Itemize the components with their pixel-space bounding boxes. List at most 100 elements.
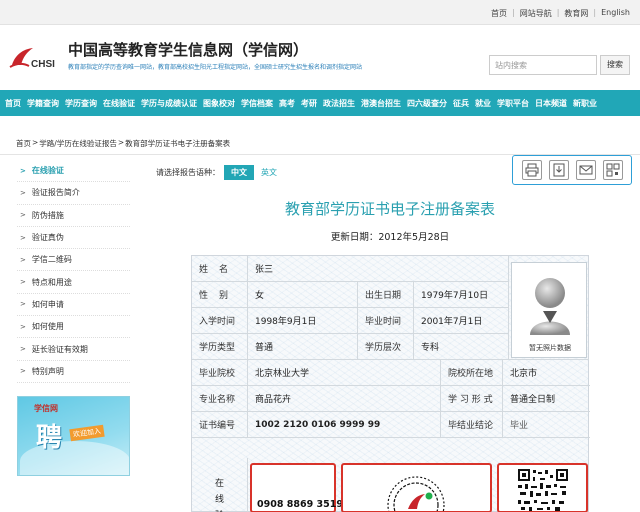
chevron-right-icon: > [20, 322, 26, 331]
verify-code-box: 0908 8869 3519 [250, 463, 343, 512]
banner-headline: 聘 [36, 423, 63, 453]
download-icon[interactable] [548, 160, 569, 180]
certificate-label: 证书编号 [192, 412, 248, 438]
gender-label: 性别 [192, 282, 248, 308]
verify-label-char: 在 [214, 479, 224, 489]
name-label: 姓名 [192, 256, 248, 282]
chevron-right-icon: > [20, 345, 26, 354]
language-chinese-button[interactable]: 中文 [224, 165, 254, 180]
nav-item-status[interactable]: 学籍查询 [27, 98, 59, 109]
chevron-right-icon: > [20, 255, 26, 264]
study-mode-value: 普通全日制 [503, 386, 590, 412]
conclusion-label: 毕结业结论 [441, 412, 503, 438]
sidebar-item-qrcode[interactable]: > 学信二维码 [17, 249, 130, 272]
edu-level-value: 专科 [414, 334, 509, 360]
breadcrumb-current: 教育部学历证书电子注册备案表 [125, 139, 231, 148]
top-link-edu[interactable]: 教育网 [564, 8, 588, 19]
nav-item-kaoyan[interactable]: 考研 [301, 98, 317, 109]
nav-item-archive[interactable]: 学信档案 [241, 98, 273, 109]
breadcrumb-separator: > [32, 138, 39, 147]
edu-type-value: 普通 [248, 334, 358, 360]
top-link-home[interactable]: 首页 [491, 8, 507, 19]
school-label: 毕业院校 [192, 360, 248, 386]
print-icon[interactable] [521, 160, 542, 180]
site-header: CHSI 中国高等教育学生信息网（学信网） 教育部指定的学历查询唯一网站，教育部… [0, 25, 640, 90]
sidebar: > 在线验证 > 验证报告简介 > 防伪措施 > 验证真伪 > 学信二维码 > 特点和用途 … [17, 160, 130, 383]
nav-item-home[interactable]: 首页 [5, 98, 21, 109]
sidebar-item-features[interactable]: > 特点和用途 [17, 271, 130, 294]
site-title[interactable]: 中国高等教育学生信息网（学信网） [68, 39, 308, 60]
chevron-right-icon: > [20, 300, 26, 309]
breadcrumb-report[interactable]: 学路/学历在线验证报告 [39, 138, 117, 149]
nav-item-law[interactable]: 政法招生 [323, 98, 355, 109]
conclusion-value: 毕业 [503, 412, 590, 438]
top-bar: 首页 | 网站导航 | 教育网 | English [0, 0, 640, 25]
divider: | [512, 8, 515, 17]
edu-level-label: 学历层次 [358, 334, 414, 360]
language-prompt: 请选择报告语种： [156, 168, 220, 177]
admission-value: 1998年9月1日 [248, 308, 358, 334]
search-button[interactable]: 搜索 [600, 55, 630, 75]
school-value: 北京林业大学 [248, 360, 441, 386]
nav-item-new-career[interactable]: 新职业 [573, 98, 597, 109]
photo-cell: 暂无照片数据 [509, 256, 589, 360]
study-mode-label: 学 习 形 式 [441, 386, 503, 412]
location-value: 北京市 [503, 360, 590, 386]
sidebar-item-label: 如何申请 [31, 299, 64, 309]
divider: | [556, 8, 560, 17]
banner-tag: 欢迎加入 [69, 424, 105, 442]
nav-item-jobs[interactable]: 就业 [475, 98, 491, 109]
language-english-link[interactable]: 英文 [261, 167, 277, 178]
nav-item-certify[interactable]: 学历与成绩认证 [141, 98, 197, 109]
nav-item-gaokao[interactable]: 高考 [279, 98, 295, 109]
site-subtitle: 教育部指定的学历查询唯一网站，教育部高校招生阳光工程指定网站，全国硕士研究生招生… [68, 64, 363, 71]
chevron-right-icon: > [20, 188, 26, 197]
mini-program-code-icon[interactable] [343, 465, 490, 512]
qr-icon[interactable] [602, 160, 623, 180]
sidebar-item-label: 特别声明 [31, 366, 64, 376]
mail-icon[interactable] [575, 160, 596, 180]
online-verify-label: 在 线 验 [192, 458, 248, 512]
location-label: 院校所在地 [441, 360, 503, 386]
birth-value: 1979年7月10日 [414, 282, 509, 308]
sidebar-item-statement[interactable]: > 特别声明 [17, 361, 130, 383]
report-toolbar [512, 155, 632, 185]
sidebar-item-usage[interactable]: > 如何使用 [17, 316, 130, 339]
nav-item-photo[interactable]: 图象校对 [203, 98, 235, 109]
birth-label: 出生日期 [358, 282, 414, 308]
recruit-banner[interactable]: 学信网 聘 欢迎加入 [17, 396, 130, 476]
chevron-right-icon: > [20, 166, 26, 175]
certificate-number: 1002 2120 0106 9999 99 [248, 412, 441, 438]
graduation-label: 毕业时间 [358, 308, 414, 334]
qr-code-icon[interactable] [499, 465, 586, 511]
breadcrumb-home[interactable]: 首页 [16, 138, 31, 149]
nav-item-hmt[interactable]: 港澳台招生 [361, 98, 401, 109]
nav-item-cet[interactable]: 四六级查分 [407, 98, 447, 109]
gender-value: 女 [248, 282, 358, 308]
sidebar-item-apply[interactable]: > 如何申请 [17, 294, 130, 317]
nav-item-military[interactable]: 征兵 [453, 98, 469, 109]
sidebar-item-label: 如何使用 [31, 322, 64, 332]
nav-item-verify[interactable]: 在线验证 [103, 98, 135, 109]
nav-item-japan[interactable]: 日本频道 [535, 98, 567, 109]
verify-label-char: 线 [214, 495, 224, 505]
top-link-sitemap[interactable]: 网站导航 [520, 8, 552, 19]
verify-label-char: 验 [215, 508, 224, 512]
registration-record-table: 姓名 张三 性别 女 出生日期 1979年7月10日 入学时间 1998年9月1… [191, 255, 590, 512]
sidebar-item-online-verify[interactable]: > 在线验证 [17, 160, 130, 183]
sidebar-item-extend[interactable]: > 延长验证有效期 [17, 338, 130, 361]
name-value: 张三 [248, 256, 509, 282]
top-link-english[interactable]: English [601, 8, 630, 19]
verify-code[interactable]: 0908 8869 3519 [257, 499, 343, 510]
nav-item-career[interactable]: 学职平台 [497, 98, 529, 109]
major-label: 专业名称 [192, 386, 248, 412]
edu-type-label: 学历类型 [192, 334, 248, 360]
mini-program-code-box [341, 463, 492, 512]
top-links: 首页 | 网站导航 | 教育网 | English [491, 8, 630, 19]
search-input[interactable]: 站内搜索 [489, 55, 597, 75]
major-value: 商品花卉 [248, 386, 441, 412]
admission-label: 入学时间 [192, 308, 248, 334]
avatar-icon [530, 278, 570, 335]
nav-item-degree[interactable]: 学历查询 [65, 98, 97, 109]
breadcrumb-separator: > [117, 138, 125, 147]
